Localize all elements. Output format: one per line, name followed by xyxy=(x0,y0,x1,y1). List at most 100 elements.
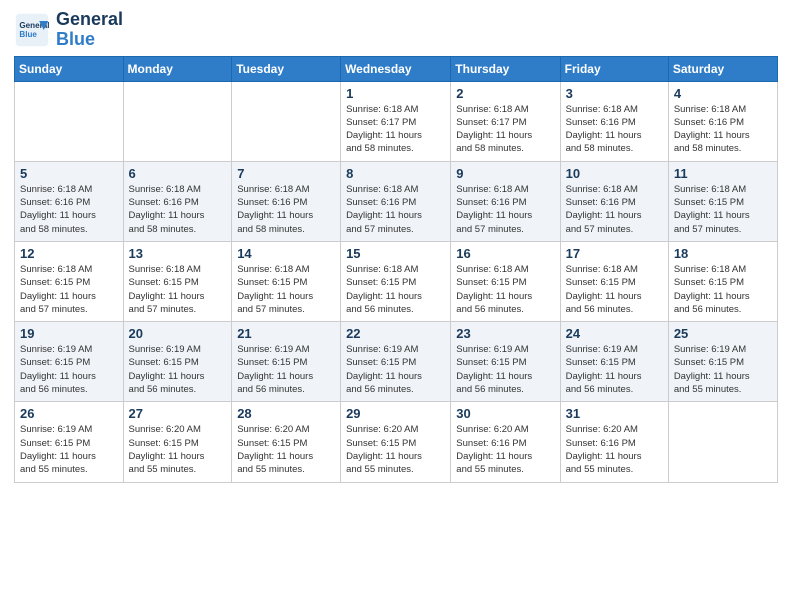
calendar-cell: 13 Sunrise: 6:18 AM Sunset: 6:15 PM Dayli… xyxy=(123,241,232,321)
calendar-cell: 10Sunrise: 6:18 AM Sunset: 6:16 PM Dayli… xyxy=(560,161,668,241)
day-number: 27 xyxy=(129,406,227,421)
calendar-cell xyxy=(668,402,777,482)
day-info: Sunrise: 6:20 AM Sunset: 6:15 PM Dayligh… xyxy=(237,423,335,476)
day-info: Sunrise: 6:20 AM Sunset: 6:15 PM Dayligh… xyxy=(346,423,445,476)
calendar-cell: 24 Sunrise: 6:19 AM Sunset: 6:15 PM Dayli… xyxy=(560,322,668,402)
calendar-cell: 12Sunrise: 6:18 AM Sunset: 6:15 PM Dayli… xyxy=(15,241,124,321)
calendar-cell: 9 Sunrise: 6:18 AM Sunset: 6:16 PM Daylig… xyxy=(451,161,560,241)
weekday-header-friday: Friday xyxy=(560,56,668,81)
day-info: Sunrise: 6:20 AM Sunset: 6:16 PM Dayligh… xyxy=(456,423,554,476)
calendar-cell xyxy=(232,81,341,161)
day-number: 11 xyxy=(674,166,772,181)
day-number: 18 xyxy=(674,246,772,261)
calendar-cell: 15 Sunrise: 6:18 AM Sunset: 6:15 PM Dayli… xyxy=(341,241,451,321)
day-info: Sunrise: 6:18 AM Sunset: 6:16 PM Dayligh… xyxy=(674,103,772,156)
weekday-header-monday: Monday xyxy=(123,56,232,81)
day-info: Sunrise: 6:19 AM Sunset: 6:15 PM Dayligh… xyxy=(237,343,335,396)
calendar-cell: 29 Sunrise: 6:20 AM Sunset: 6:15 PM Dayli… xyxy=(341,402,451,482)
calendar-cell: 4Sunrise: 6:18 AM Sunset: 6:16 PM Daylig… xyxy=(668,81,777,161)
calendar-week-3: 12 Sunrise: 6:18 AM Sunset: 6:15 PM Dayli… xyxy=(15,241,778,321)
day-info: Sunrise: 6:19 AM Sunset: 6:15 PM Dayligh… xyxy=(346,343,445,396)
calendar-cell: 5Sunrise: 6:18 AM Sunset: 6:16 PM Daylig… xyxy=(15,161,124,241)
day-info: Sunrise: 6:19 AM Sunset: 6:15 PM Dayligh… xyxy=(20,423,118,476)
calendar-cell: 31 Sunrise: 6:20 AM Sunset: 6:16 PM Dayli… xyxy=(560,402,668,482)
day-info: Sunrise: 6:18 AM Sunset: 6:16 PM Dayligh… xyxy=(237,183,335,236)
day-info: Sunrise: 6:18 AM Sunset: 6:16 PM Dayligh… xyxy=(456,183,554,236)
day-info: Sunrise: 6:18 AM Sunset: 6:15 PM Dayligh… xyxy=(346,263,445,316)
day-info: Sunrise: 6:18 AM Sunset: 6:17 PM Dayligh… xyxy=(346,103,445,156)
logo-icon: General Blue xyxy=(14,12,50,48)
day-info: Sunrise: 6:18 AM Sunset: 6:15 PM Dayligh… xyxy=(237,263,335,316)
day-info: Sunrise: 6:18 AM Sunset: 6:16 PM Dayligh… xyxy=(129,183,227,236)
calendar-cell: 28 Sunrise: 6:20 AM Sunset: 6:15 PM Dayli… xyxy=(232,402,341,482)
day-info: Sunrise: 6:18 AM Sunset: 6:16 PM Dayligh… xyxy=(346,183,445,236)
day-number: 22 xyxy=(346,326,445,341)
day-info: Sunrise: 6:18 AM Sunset: 6:16 PM Dayligh… xyxy=(566,103,663,156)
calendar-header-row: SundayMondayTuesdayWednesdayThursdayFrid… xyxy=(15,56,778,81)
weekday-header-wednesday: Wednesday xyxy=(341,56,451,81)
day-number: 14 xyxy=(237,246,335,261)
day-info: Sunrise: 6:18 AM Sunset: 6:15 PM Dayligh… xyxy=(674,183,772,236)
day-number: 28 xyxy=(237,406,335,421)
calendar-cell: 23 Sunrise: 6:19 AM Sunset: 6:15 PM Dayli… xyxy=(451,322,560,402)
calendar-week-1: 1 Sunrise: 6:18 AM Sunset: 6:17 PM Daylig… xyxy=(15,81,778,161)
calendar-cell: 27 Sunrise: 6:20 AM Sunset: 6:15 PM Dayli… xyxy=(123,402,232,482)
day-info: Sunrise: 6:18 AM Sunset: 6:16 PM Dayligh… xyxy=(566,183,663,236)
logo-text: GeneralBlue xyxy=(56,10,123,50)
calendar-week-4: 19 Sunrise: 6:19 AM Sunset: 6:15 PM Dayli… xyxy=(15,322,778,402)
day-info: Sunrise: 6:19 AM Sunset: 6:15 PM Dayligh… xyxy=(566,343,663,396)
day-number: 25 xyxy=(674,326,772,341)
day-number: 20 xyxy=(129,326,227,341)
day-number: 16 xyxy=(456,246,554,261)
day-number: 23 xyxy=(456,326,554,341)
calendar: SundayMondayTuesdayWednesdayThursdayFrid… xyxy=(14,56,778,483)
calendar-cell: 14 Sunrise: 6:18 AM Sunset: 6:15 PM Dayli… xyxy=(232,241,341,321)
weekday-header-saturday: Saturday xyxy=(668,56,777,81)
calendar-cell xyxy=(15,81,124,161)
day-info: Sunrise: 6:19 AM Sunset: 6:15 PM Dayligh… xyxy=(456,343,554,396)
day-number: 21 xyxy=(237,326,335,341)
day-info: Sunrise: 6:18 AM Sunset: 6:17 PM Dayligh… xyxy=(456,103,554,156)
calendar-cell: 26 Sunrise: 6:19 AM Sunset: 6:15 PM Dayli… xyxy=(15,402,124,482)
day-number: 15 xyxy=(346,246,445,261)
day-number: 12 xyxy=(20,246,118,261)
day-info: Sunrise: 6:20 AM Sunset: 6:16 PM Dayligh… xyxy=(566,423,663,476)
day-info: Sunrise: 6:18 AM Sunset: 6:15 PM Dayligh… xyxy=(566,263,663,316)
weekday-header-thursday: Thursday xyxy=(451,56,560,81)
day-number: 13 xyxy=(129,246,227,261)
weekday-header-sunday: Sunday xyxy=(15,56,124,81)
day-number: 31 xyxy=(566,406,663,421)
day-number: 19 xyxy=(20,326,118,341)
day-number: 2 xyxy=(456,86,554,101)
day-number: 3 xyxy=(566,86,663,101)
calendar-cell: 7Sunrise: 6:18 AM Sunset: 6:16 PM Daylig… xyxy=(232,161,341,241)
day-number: 26 xyxy=(20,406,118,421)
calendar-cell: 8 Sunrise: 6:18 AM Sunset: 6:16 PM Daylig… xyxy=(341,161,451,241)
calendar-cell: 1 Sunrise: 6:18 AM Sunset: 6:17 PM Daylig… xyxy=(341,81,451,161)
calendar-cell: 19Sunrise: 6:19 AM Sunset: 6:15 PM Dayli… xyxy=(15,322,124,402)
day-number: 6 xyxy=(129,166,227,181)
calendar-cell xyxy=(123,81,232,161)
weekday-header-tuesday: Tuesday xyxy=(232,56,341,81)
day-number: 29 xyxy=(346,406,445,421)
calendar-cell: 2 Sunrise: 6:18 AM Sunset: 6:17 PM Daylig… xyxy=(451,81,560,161)
day-info: Sunrise: 6:18 AM Sunset: 6:15 PM Dayligh… xyxy=(129,263,227,316)
page: General Blue GeneralBlue SundayMondayTue… xyxy=(0,0,792,612)
calendar-cell: 17Sunrise: 6:18 AM Sunset: 6:15 PM Dayli… xyxy=(560,241,668,321)
svg-text:Blue: Blue xyxy=(19,30,37,39)
calendar-week-2: 5Sunrise: 6:18 AM Sunset: 6:16 PM Daylig… xyxy=(15,161,778,241)
calendar-cell: 16Sunrise: 6:18 AM Sunset: 6:15 PM Dayli… xyxy=(451,241,560,321)
day-number: 1 xyxy=(346,86,445,101)
day-info: Sunrise: 6:20 AM Sunset: 6:15 PM Dayligh… xyxy=(129,423,227,476)
calendar-cell: 21 Sunrise: 6:19 AM Sunset: 6:15 PM Dayli… xyxy=(232,322,341,402)
day-number: 8 xyxy=(346,166,445,181)
calendar-cell: 22 Sunrise: 6:19 AM Sunset: 6:15 PM Dayli… xyxy=(341,322,451,402)
calendar-cell: 6 Sunrise: 6:18 AM Sunset: 6:16 PM Daylig… xyxy=(123,161,232,241)
day-info: Sunrise: 6:18 AM Sunset: 6:15 PM Dayligh… xyxy=(674,263,772,316)
logo: General Blue GeneralBlue xyxy=(14,10,123,50)
day-number: 24 xyxy=(566,326,663,341)
day-number: 9 xyxy=(456,166,554,181)
calendar-cell: 30Sunrise: 6:20 AM Sunset: 6:16 PM Dayli… xyxy=(451,402,560,482)
day-info: Sunrise: 6:19 AM Sunset: 6:15 PM Dayligh… xyxy=(129,343,227,396)
day-info: Sunrise: 6:18 AM Sunset: 6:16 PM Dayligh… xyxy=(20,183,118,236)
